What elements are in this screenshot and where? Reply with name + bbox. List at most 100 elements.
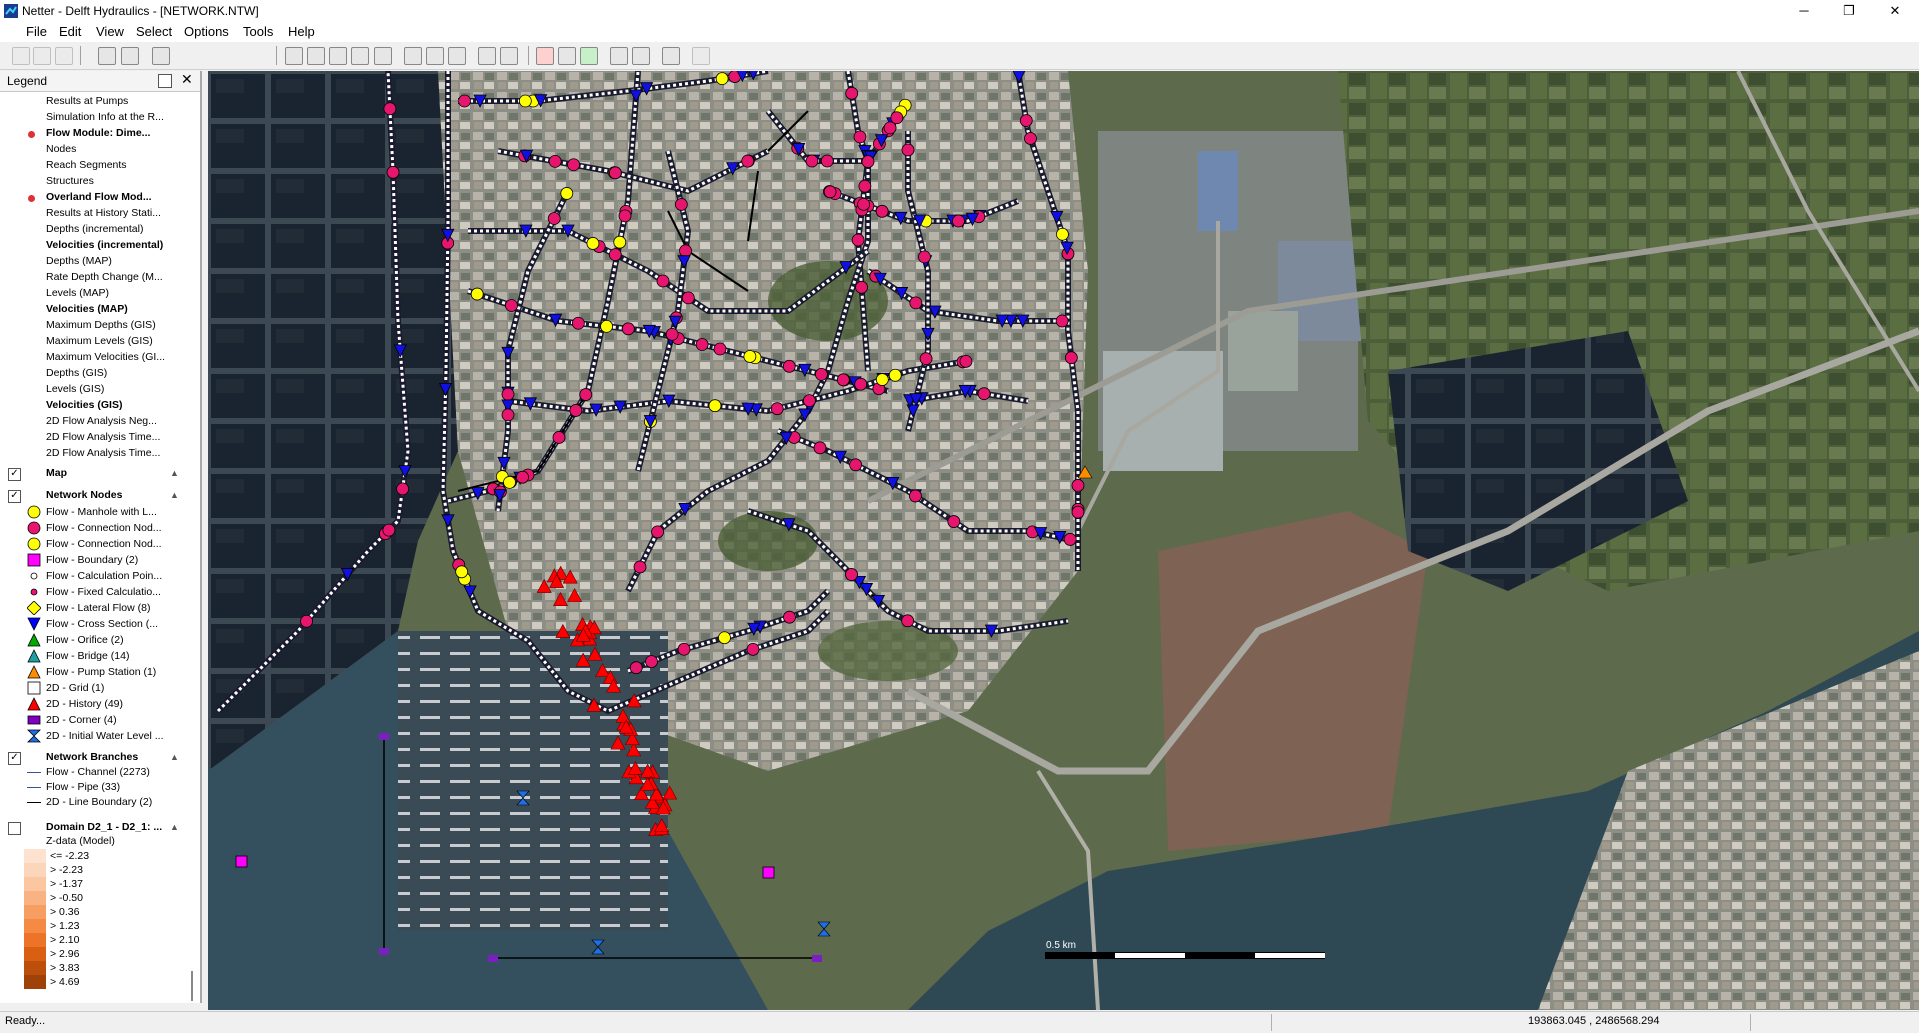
legend-group-checkbox[interactable]: ✓ (8, 752, 21, 765)
legend-node-item[interactable]: Flow - Lateral Flow (8) (46, 602, 150, 614)
manhole-node[interactable] (560, 187, 574, 200)
legend-branch-item[interactable]: 2D - Line Boundary (2) (46, 796, 152, 808)
connection-node[interactable] (802, 394, 816, 408)
connection-node[interactable] (854, 377, 868, 391)
connection-node[interactable] (805, 154, 819, 168)
connection-node[interactable] (618, 209, 632, 223)
connection-node[interactable] (858, 179, 872, 193)
zoom-out-icon[interactable] (307, 47, 325, 65)
legend-layer-item[interactable]: Simulation Info at the R... (46, 111, 164, 123)
zoom-selection-icon[interactable] (448, 47, 466, 65)
manhole-node[interactable] (455, 565, 469, 579)
menu-select[interactable]: Select (136, 24, 172, 39)
connection-node[interactable] (674, 198, 688, 211)
connection-node[interactable] (919, 352, 933, 366)
connection-node[interactable] (645, 655, 658, 668)
menu-file[interactable]: File (26, 24, 47, 39)
connection-node[interactable] (857, 197, 871, 211)
map-tool-icon[interactable] (692, 47, 710, 65)
connection-node[interactable] (947, 515, 961, 528)
connection-node[interactable] (845, 86, 859, 100)
legend-group-checkbox[interactable] (8, 822, 21, 835)
connection-node[interactable] (815, 367, 828, 381)
connection-node[interactable] (855, 280, 868, 294)
legend-group-checkbox[interactable]: ✓ (8, 490, 21, 503)
add-node-icon[interactable] (536, 47, 554, 65)
legend-node-item[interactable]: Flow - Manhole with L... (46, 506, 157, 518)
connection-node[interactable] (901, 143, 915, 157)
connection-node[interactable] (383, 102, 397, 116)
connection-node[interactable] (1071, 479, 1085, 492)
zoom-extent-icon[interactable] (329, 47, 347, 65)
select-node-icon[interactable] (558, 47, 576, 65)
connection-node[interactable] (548, 154, 562, 168)
connection-node[interactable] (386, 165, 400, 179)
connection-node[interactable] (552, 431, 566, 444)
manhole-node[interactable] (600, 319, 613, 333)
connection-node[interactable] (851, 233, 865, 247)
legend-layer-item[interactable]: Levels (MAP) (46, 287, 109, 299)
save-as-icon[interactable] (55, 47, 73, 65)
manhole-node[interactable] (518, 94, 532, 108)
connection-node[interactable] (505, 299, 518, 312)
connection-node[interactable] (918, 250, 931, 264)
connection-node[interactable] (547, 212, 561, 225)
legend-layer-item[interactable]: Maximum Velocities (GI... (46, 351, 165, 363)
legend-layer-item[interactable]: Maximum Levels (GIS) (46, 335, 153, 347)
legend-layer-item[interactable]: Levels (GIS) (46, 383, 104, 395)
info-icon[interactable] (662, 47, 680, 65)
connection-node[interactable] (713, 342, 727, 356)
connection-node[interactable] (883, 121, 897, 135)
legend-layer-item[interactable]: Structures (46, 175, 94, 187)
connection-node[interactable] (501, 387, 515, 401)
connection-node[interactable] (770, 402, 784, 416)
legend-node-item[interactable]: Flow - Pump Station (1) (46, 666, 156, 678)
connection-node[interactable] (952, 214, 965, 228)
connection-node[interactable] (629, 661, 643, 675)
connection-node[interactable] (677, 642, 691, 656)
connection-node[interactable] (849, 458, 863, 472)
connection-node[interactable] (569, 404, 583, 417)
map-svg[interactable]: 0.5 km (208, 71, 1919, 1010)
connection-node[interactable] (1071, 505, 1085, 519)
manhole-node[interactable] (708, 399, 722, 413)
connection-node[interactable] (959, 354, 973, 368)
flow-boundary-node[interactable] (762, 866, 775, 879)
manhole-node[interactable] (718, 631, 731, 645)
menu-view[interactable]: View (96, 24, 124, 39)
map-canvas[interactable]: 0.5 km (208, 71, 1919, 1010)
connection-node[interactable] (695, 338, 709, 351)
legend-node-item[interactable]: 2D - Initial Water Level ... (46, 730, 163, 742)
zoom-window-icon[interactable] (404, 47, 422, 65)
legend-layer-item[interactable]: Results at History Stati... (46, 207, 161, 219)
connection-node[interactable] (853, 130, 867, 144)
open-icon[interactable] (12, 47, 30, 65)
legend-node-item[interactable]: 2D - Corner (4) (46, 714, 117, 726)
legend-group-collapse-icon[interactable]: ▲ (170, 822, 179, 832)
connection-node[interactable] (516, 470, 529, 484)
connection-node[interactable] (300, 614, 313, 628)
manhole-node[interactable] (613, 235, 627, 249)
connection-node[interactable] (501, 408, 515, 422)
manhole-node[interactable] (586, 237, 600, 250)
connection-node[interactable] (746, 642, 760, 656)
connection-node[interactable] (823, 185, 837, 199)
connection-node[interactable] (679, 244, 692, 258)
connection-node[interactable] (458, 94, 471, 108)
connection-node[interactable] (567, 158, 580, 172)
legend-group-map[interactable]: Map (46, 467, 67, 479)
menu-options[interactable]: Options (184, 24, 229, 39)
connection-node[interactable] (681, 291, 695, 305)
connect-icon[interactable] (580, 47, 598, 65)
connection-node[interactable] (1019, 114, 1033, 127)
connection-node[interactable] (656, 274, 670, 288)
measure-icon[interactable] (500, 47, 518, 65)
legend-branch-item[interactable]: Flow - Pipe (33) (46, 781, 120, 793)
legend-layer-item[interactable]: Rate Depth Change (M... (46, 271, 163, 283)
legend-layer-item[interactable]: Depths (GIS) (46, 367, 107, 379)
connection-node[interactable] (665, 327, 679, 341)
legend-node-item[interactable]: Flow - Calculation Poin... (46, 570, 162, 582)
connection-node[interactable] (977, 387, 991, 401)
legend-layer-item[interactable]: Flow Module: Dime... (46, 127, 150, 139)
connection-node[interactable] (890, 111, 904, 125)
